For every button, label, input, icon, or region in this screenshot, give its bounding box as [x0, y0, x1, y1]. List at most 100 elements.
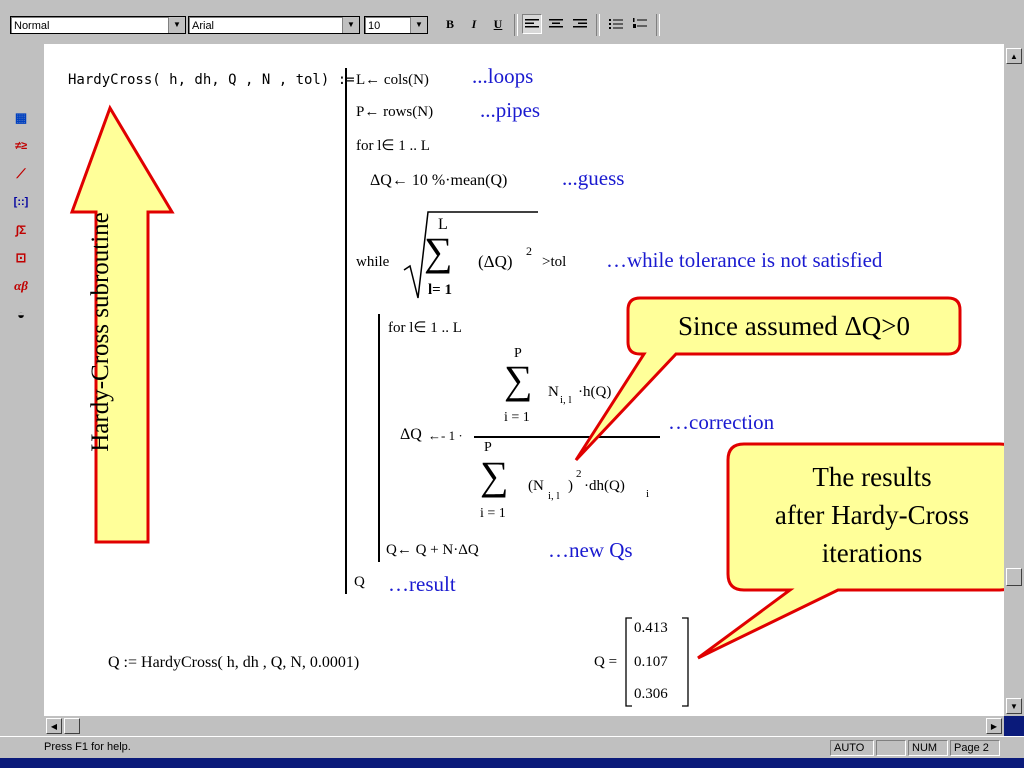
bullets-button[interactable] [606, 14, 626, 34]
program-bar-inner [378, 314, 380, 562]
program-bar-outer [345, 68, 347, 594]
vertical-scrollbar[interactable]: ▲ ▼ [1004, 44, 1024, 716]
status-num: NUM [908, 740, 948, 756]
status-page: Page 2 [950, 740, 1000, 756]
comment-guess: ...guess [562, 166, 625, 190]
toolbar-separator [514, 14, 518, 36]
status-help-text: Press F1 for help. [44, 741, 131, 753]
status-empty-panel [876, 740, 906, 756]
style-combo[interactable]: Normal ▼ [10, 16, 186, 34]
result-value: 0.306 [634, 686, 668, 702]
scroll-right-icon[interactable]: ▶ [986, 718, 1002, 734]
numerator-subscript-i: i [626, 394, 630, 406]
numerator-term-n: N [548, 384, 559, 400]
chevron-down-icon[interactable]: ▼ [168, 17, 185, 33]
status-bar: Press F1 for help. AUTO NUM Page 2 [0, 736, 1024, 759]
comment-while: …while tolerance is not satisfied [606, 248, 883, 272]
denominator-term-n: (N [528, 478, 544, 494]
arrow-label: Hardy-Cross subroutine [87, 212, 114, 452]
program-line-pipes: P← rows(N) [356, 104, 434, 120]
denominator-sigma: ∑ [480, 453, 509, 498]
sum-exponent: 2 [526, 244, 532, 258]
scroll-down-icon[interactable]: ▼ [1006, 698, 1022, 714]
graph-icon[interactable]: ⟋ [10, 164, 32, 184]
calculus-icon[interactable]: ∫Σ [10, 220, 32, 240]
vertical-scroll-thumb[interactable] [1006, 568, 1022, 586]
numerator-term-h: ·h(Q) [578, 384, 612, 400]
comment-result: …result [388, 572, 456, 596]
slide-bottom-strip [0, 758, 1024, 768]
numerator-sigma: ∑ [504, 357, 533, 402]
program-line-loops: L← cols(N) [356, 72, 429, 88]
font-combo-value: Arial [192, 20, 215, 32]
chevron-down-icon[interactable]: ▼ [410, 17, 427, 33]
callout-since-text: Since assumed ΔQ>0 [677, 311, 911, 341]
denominator-term-dh: ·dh(Q) [584, 478, 625, 494]
chevron-down-icon[interactable]: ▼ [342, 17, 359, 33]
programming-icon[interactable]: ⊡ [10, 248, 32, 268]
align-right-icon [573, 19, 587, 28]
denominator-paren: ) [568, 478, 573, 494]
sigma-symbol: ∑ [424, 229, 453, 274]
bullet-list-icon [609, 19, 623, 29]
program-line-for: for l∈ 1 .. L [356, 138, 430, 154]
underline-button[interactable]: U [488, 14, 508, 34]
align-center-button[interactable] [546, 14, 566, 34]
program-line-result: Q [354, 574, 365, 590]
function-definition: HardyCross( h, dh, Q , N , tol) := [68, 72, 355, 88]
delta-q-arrow: ←- 1 · [428, 428, 463, 443]
symbolic-icon[interactable]: ◒ [10, 304, 32, 324]
sum-lower-limit: l= 1 [428, 282, 452, 298]
while-condition: >tol [542, 254, 567, 270]
font-size-value: 10 [368, 20, 381, 32]
horizontal-scroll-thumb[interactable] [64, 718, 80, 734]
callout-results-text: The results after Hardy-Cross iterations [730, 458, 1014, 572]
denominator-subscript-i: i [646, 488, 650, 500]
callout-results-line: after Hardy-Cross [774, 500, 970, 530]
callout-results-line: The results [812, 462, 932, 492]
numerator-subscript: i, l [560, 394, 572, 406]
delta-q-assign: ΔQ [400, 426, 422, 443]
program-line-guess: ΔQ← 10 %·mean(Q) [370, 172, 508, 189]
status-mode: AUTO [830, 740, 874, 756]
boolean-icon[interactable]: ≠≥ [10, 136, 32, 156]
denominator-lower-limit: i = 1 [480, 506, 506, 521]
fraction-bar [474, 436, 660, 438]
matrix-icon[interactable]: [::] [10, 192, 32, 212]
comment-loops: ...loops [472, 64, 534, 88]
toolbar-separator [656, 14, 660, 36]
horizontal-scrollbar[interactable]: ◀ ▶ [44, 716, 1004, 736]
comment-pipes: ...pipes [480, 98, 541, 122]
comment-newqs: …new Qs [548, 538, 633, 562]
result-value: 0.107 [634, 654, 668, 670]
comment-correction: …correction [668, 410, 775, 434]
function-call: Q := HardyCross( h, dh , Q, N, 0.0001) [108, 654, 360, 671]
callout-results-line: iterations [821, 538, 923, 568]
toolbar-separator [596, 14, 600, 36]
bold-button[interactable]: B [440, 14, 460, 34]
result-label: Q = [594, 654, 618, 670]
result-value: 0.413 [634, 620, 668, 636]
sum-term: (ΔQ) [478, 252, 513, 271]
font-size-combo[interactable]: 10 ▼ [364, 16, 428, 34]
while-keyword: while [356, 254, 390, 270]
scroll-up-icon[interactable]: ▲ [1006, 48, 1022, 64]
numbering-button[interactable] [630, 14, 650, 34]
italic-button[interactable]: I [464, 14, 484, 34]
program-line-for-inner: for l∈ 1 .. L [388, 320, 462, 336]
format-toolbar: Normal ▼ Arial ▼ 10 ▼ B I U [0, 0, 1024, 45]
numbered-list-icon [633, 18, 647, 28]
denominator-exponent: 2 [576, 468, 582, 480]
math-palette: ▦ ≠≥ ⟋ [::] ∫Σ ⊡ αβ ◒ [6, 104, 36, 344]
align-center-icon [549, 19, 563, 28]
align-left-button[interactable] [522, 14, 542, 34]
align-left-icon [525, 19, 539, 28]
font-combo[interactable]: Arial ▼ [188, 16, 360, 34]
greek-icon[interactable]: αβ [10, 276, 32, 296]
numerator-lower-limit: i = 1 [504, 410, 530, 425]
sqrt-radical [403, 211, 538, 299]
program-line-newq: Q← Q + N·ΔQ [386, 542, 479, 558]
scroll-left-icon[interactable]: ◀ [46, 718, 62, 734]
calculator-icon[interactable]: ▦ [10, 108, 32, 128]
align-right-button[interactable] [570, 14, 590, 34]
